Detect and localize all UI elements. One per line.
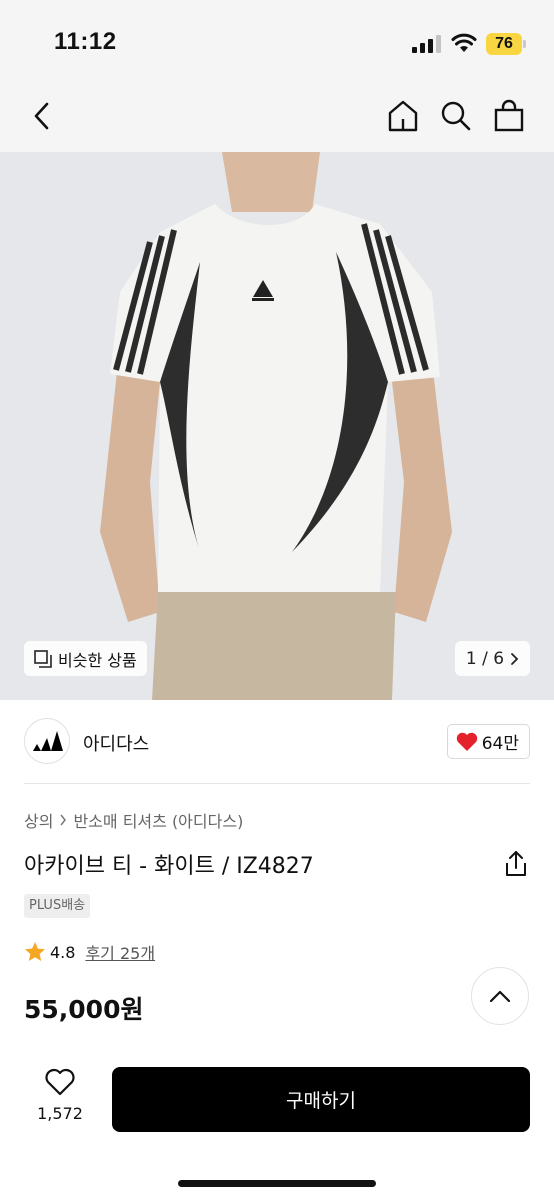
home-icon — [388, 100, 418, 132]
review-link[interactable]: 후기 25개 — [85, 940, 155, 964]
similar-products-label: 비슷한 상품 — [58, 650, 137, 670]
status-bar: 11:12 76 — [0, 0, 554, 84]
similar-items-icon — [34, 649, 52, 668]
chevron-left-icon — [34, 102, 49, 130]
chevron-right-icon — [511, 652, 519, 665]
brand-like-button[interactable]: 64만 — [446, 724, 530, 759]
brand-logo[interactable] — [24, 718, 70, 764]
brand-name[interactable]: 아디다스 — [83, 730, 149, 756]
wifi-icon — [451, 33, 477, 52]
brand-row: 아디다스 64만 — [24, 718, 530, 766]
breadcrumb-subcategory[interactable]: 반소매 티셔츠 (아디다스) — [73, 808, 243, 832]
home-button[interactable] — [383, 96, 423, 136]
cart-button[interactable] — [489, 96, 529, 136]
similar-products-button[interactable]: 비슷한 상품 — [24, 641, 147, 676]
breadcrumb-category[interactable]: 상의 — [24, 808, 53, 832]
heart-filled-icon — [456, 732, 477, 751]
shopping-bag-icon — [494, 99, 524, 132]
back-button[interactable] — [22, 96, 62, 136]
wishlist-button[interactable]: 1,572 — [30, 1068, 90, 1123]
scroll-top-button[interactable] — [471, 967, 529, 1025]
shipping-badge: PLUS배송 — [24, 894, 91, 918]
adidas-logo-icon — [33, 731, 63, 751]
battery-indicator: 76 — [486, 33, 522, 55]
rating-value: 4.8 — [50, 942, 76, 962]
breadcrumb: 상의 반소매 티셔츠 (아디다스) — [24, 808, 243, 832]
chevron-right-icon — [60, 814, 67, 826]
brand-like-count: 64만 — [481, 734, 519, 754]
product-image-gallery[interactable] — [0, 152, 554, 700]
share-icon[interactable] — [503, 850, 529, 878]
product-price: 55,000원 — [24, 995, 144, 1024]
image-counter-text: 1 / 6 — [465, 648, 505, 669]
star-icon — [25, 942, 45, 961]
heart-outline-icon — [45, 1068, 75, 1096]
buy-button[interactable]: 구매하기 — [112, 1067, 530, 1132]
search-button[interactable] — [436, 96, 476, 136]
wishlist-count: 1,572 — [37, 1104, 83, 1123]
status-time: 11:12 — [54, 28, 117, 55]
home-indicator — [178, 1180, 376, 1187]
divider — [24, 783, 530, 784]
product-title: 아카이브 티 - 화이트 / IZ4827 — [24, 854, 314, 879]
top-nav-bar — [0, 84, 554, 152]
chevron-up-icon — [489, 990, 511, 1003]
product-photo — [0, 152, 554, 700]
rating-row: 4.8 후기 25개 — [24, 940, 155, 964]
battery-tip — [523, 40, 526, 48]
image-counter[interactable]: 1 / 6 — [455, 641, 530, 676]
search-icon — [441, 101, 471, 131]
cellular-signal-icon — [412, 35, 441, 53]
